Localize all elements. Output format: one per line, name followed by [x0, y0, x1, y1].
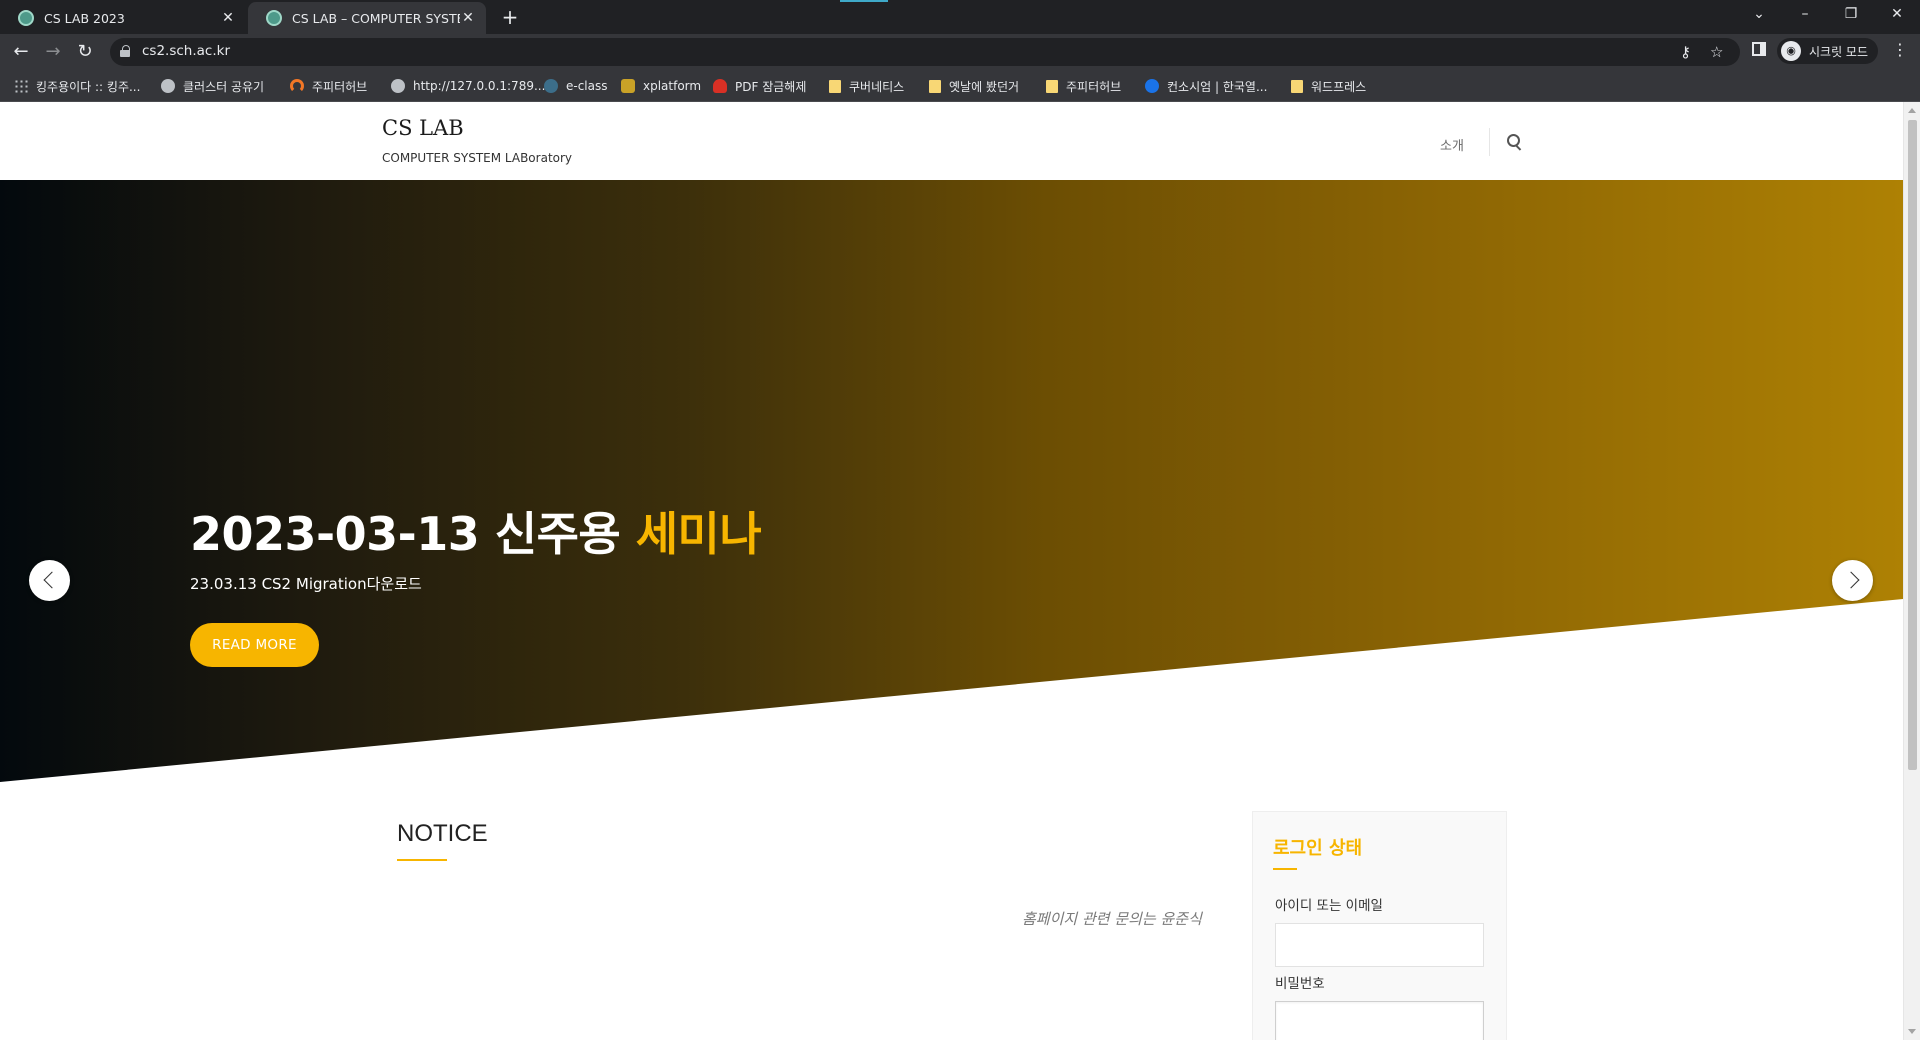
- close-window-icon[interactable]: ✕: [1874, 0, 1920, 30]
- dots-icon: [14, 79, 28, 93]
- bookmark-item[interactable]: e-class: [544, 76, 608, 96]
- site-header: CS LAB COMPUTER SYSTEM LABoratory 소개: [0, 102, 1903, 180]
- password-input[interactable]: [1275, 1001, 1484, 1040]
- web-page: CS LAB COMPUTER SYSTEM LABoratory 소개 202…: [0, 102, 1920, 1040]
- bookmark-star-icon[interactable]: ☆: [1710, 43, 1723, 61]
- bookmark-item[interactable]: 컨소시엄 | 한국열...: [1145, 76, 1267, 96]
- folder-icon: [829, 79, 841, 93]
- page-scrollbar[interactable]: [1903, 102, 1920, 1040]
- slider-prev-icon[interactable]: [29, 560, 70, 601]
- notice-text: 홈페이지 관련 문의는 윤준식: [1022, 910, 1202, 928]
- new-tab-button[interactable]: +: [498, 4, 522, 30]
- tab-search-icon[interactable]: ⌄: [1736, 0, 1782, 30]
- login-title-underline: [1273, 868, 1297, 870]
- key-icon[interactable]: ⚷: [1680, 43, 1691, 61]
- hero-subtitle: 23.03.13 CS2 Migration다운로드: [190, 575, 422, 593]
- bookmark-item[interactable]: 워드프레스: [1291, 76, 1366, 96]
- site-subtitle: COMPUTER SYSTEM LABoratory: [382, 151, 573, 165]
- scroll-up-icon[interactable]: [1908, 108, 1916, 113]
- hero-title-highlight: 세미나: [635, 507, 762, 561]
- restore-icon[interactable]: ❐: [1828, 0, 1874, 30]
- notice-heading: NOTICE: [397, 820, 488, 847]
- hero-title-main: 2023-03-13 신주용: [190, 507, 636, 561]
- browser-menu-icon[interactable]: ⋮: [1892, 40, 1908, 59]
- jupyter-icon: [290, 79, 304, 93]
- folder-icon: [929, 79, 941, 93]
- globe-icon: [391, 79, 405, 93]
- login-widget-title: 로그인 상태: [1273, 838, 1363, 859]
- forward-icon[interactable]: →: [40, 39, 66, 65]
- bookmark-item[interactable]: 옛날에 봤던거: [929, 76, 1019, 96]
- heart-icon: [713, 79, 727, 93]
- incognito-profile-button[interactable]: ◉ 시크릿 모드: [1777, 38, 1879, 64]
- side-panel-icon[interactable]: [1752, 42, 1766, 56]
- username-label: 아이디 또는 이메일: [1275, 898, 1383, 914]
- slider-next-icon[interactable]: [1832, 560, 1873, 601]
- hero-slider: [0, 180, 1903, 782]
- bookmark-item[interactable]: PDF 잠금해제: [713, 76, 806, 96]
- bookmark-item[interactable]: 클러스터 공유기: [161, 76, 264, 96]
- folder-icon: [1291, 79, 1303, 93]
- site-title[interactable]: CS LAB: [382, 116, 464, 140]
- nav-item-about[interactable]: 소개: [1440, 135, 1464, 154]
- bookmark-item[interactable]: 쿠버네티스: [829, 76, 904, 96]
- username-input[interactable]: [1275, 923, 1484, 967]
- tab-strip-accent: [840, 0, 888, 2]
- password-label: 비밀번호: [1275, 976, 1325, 992]
- nav-divider: [1489, 128, 1490, 156]
- address-url: cs2.sch.ac.kr: [142, 43, 230, 59]
- address-bar[interactable]: cs2.sch.ac.kr ⚷ ☆: [110, 38, 1740, 66]
- eclass-icon: [544, 79, 558, 93]
- consortium-icon: [1145, 79, 1159, 93]
- notice-underline: [397, 859, 447, 861]
- bookmark-item[interactable]: 주피터허브: [1046, 76, 1121, 96]
- tab-title: CS LAB – COMPUTER SYSTEM L: [292, 10, 460, 26]
- bookmark-item[interactable]: 주피터허브: [290, 76, 367, 96]
- tab-cs-lab-active[interactable]: CS LAB – COMPUTER SYSTEM L ✕: [248, 2, 486, 34]
- read-more-button[interactable]: READ MORE: [190, 623, 319, 667]
- search-icon[interactable]: [1507, 134, 1523, 150]
- site-favicon-icon: [18, 10, 34, 26]
- cat-icon: [621, 79, 635, 93]
- globe-icon: [161, 79, 175, 93]
- close-tab-icon[interactable]: ✕: [220, 10, 236, 26]
- tab-title: CS LAB 2023: [44, 10, 125, 26]
- hero-title: 2023-03-13 신주용 세미나: [190, 498, 762, 564]
- tab-cs-lab-2023[interactable]: CS LAB 2023 ✕: [0, 2, 246, 34]
- scrollbar-thumb[interactable]: [1908, 120, 1917, 770]
- bookmark-item[interactable]: xplatform: [621, 76, 701, 96]
- bookmarks-bar: 킹주용이다 :: 킹주... 클러스터 공유기 주피터허브 http://127…: [0, 70, 1920, 102]
- bookmark-item[interactable]: http://127.0.0.1:789...: [391, 76, 545, 96]
- browser-toolbar: ← → ↻ cs2.sch.ac.kr ⚷ ☆: [0, 34, 1920, 70]
- lock-icon[interactable]: [120, 45, 130, 57]
- back-icon[interactable]: ←: [8, 39, 34, 65]
- bookmark-item[interactable]: 킹주용이다 :: 킹주...: [14, 76, 140, 96]
- incognito-icon: ◉: [1781, 41, 1801, 61]
- scroll-down-icon[interactable]: [1908, 1029, 1916, 1034]
- browser-titlebar: CS LAB 2023 ✕ CS LAB – COMPUTER SYSTEM L…: [0, 0, 1920, 34]
- folder-icon: [1046, 79, 1058, 93]
- close-tab-icon[interactable]: ✕: [460, 10, 476, 26]
- site-favicon-icon: [266, 10, 282, 26]
- incognito-label: 시크릿 모드: [1809, 44, 1869, 59]
- login-widget: 로그인 상태 아이디 또는 이메일 비밀번호: [1252, 811, 1507, 1040]
- reload-icon[interactable]: ↻: [72, 39, 98, 65]
- minimize-icon[interactable]: –: [1782, 0, 1828, 30]
